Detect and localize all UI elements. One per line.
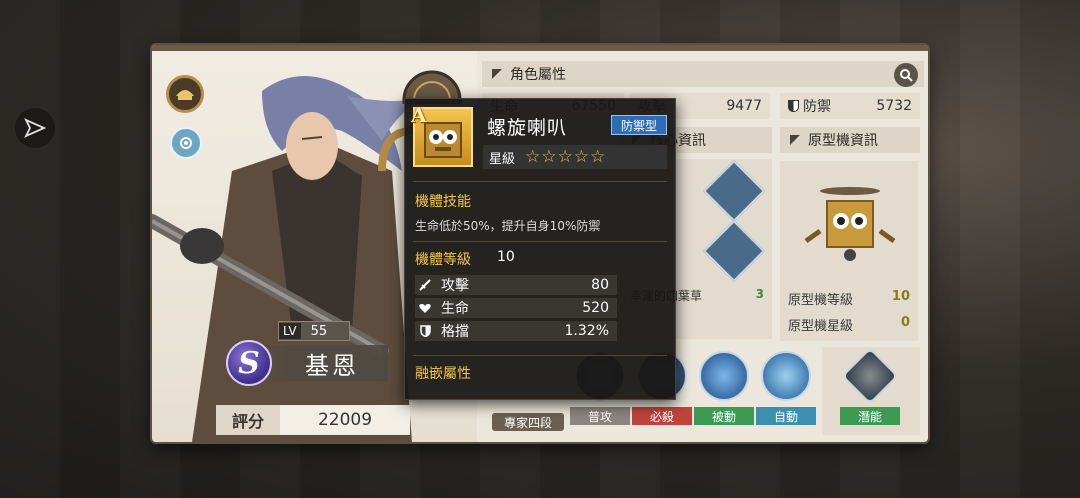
expert-rank: 專家四段 — [492, 413, 564, 431]
skill-tag: 必殺 — [632, 407, 692, 425]
sword-icon — [415, 279, 435, 291]
star-row: 星級 ☆☆☆☆☆ — [483, 145, 667, 169]
core-slot[interactable] — [702, 159, 766, 223]
skill-tag: 潛能 — [840, 407, 900, 425]
character-name: 基恩 — [252, 345, 388, 381]
core-slot[interactable] — [702, 219, 766, 283]
stat-value: 80 — [591, 277, 609, 293]
divider — [413, 181, 667, 182]
stat-label: 格擋 — [441, 324, 469, 340]
score-label: 評分 — [231, 412, 264, 431]
passive-icon — [699, 351, 749, 401]
divider — [413, 241, 667, 242]
side-nav-button[interactable] — [15, 108, 55, 148]
skill-section-title: 機體技能 — [415, 194, 471, 210]
skill-passive[interactable]: 被動 — [694, 351, 754, 425]
skill-tag: 被動 — [694, 407, 754, 425]
prototype-robot-icon — [804, 187, 896, 261]
proto-star-row: 原型機星級 0 — [788, 315, 910, 335]
star-rating: ☆☆☆☆☆ — [525, 147, 607, 167]
atk-value: 9477 — [726, 98, 762, 114]
level-number: 10 — [497, 249, 515, 265]
score-value: 22009 — [280, 405, 410, 435]
skill-potential[interactable]: 潛能 — [840, 347, 900, 425]
item-title: 螺旋喇叭 — [487, 117, 568, 139]
proto-level-value: 10 — [891, 289, 910, 304]
stat-row-attack: 攻擊 80 — [415, 275, 617, 295]
grade-badge: A — [411, 103, 427, 127]
proto-header: 原型機資訊 — [780, 127, 920, 153]
def-stat: 防禦 5732 — [780, 93, 920, 119]
stat-value: 520 — [582, 300, 609, 316]
divider — [413, 355, 667, 356]
search-icon[interactable] — [894, 63, 918, 87]
stat-row-block: 格擋 1.32% — [415, 321, 617, 341]
level-box: LV 55 — [278, 321, 350, 341]
section-triangle-icon — [492, 69, 502, 79]
settings-gear-icon[interactable] — [170, 127, 202, 159]
item-detail-popup[interactable]: A 螺旋喇叭 防禦型 星級 ☆☆☆☆☆ 機體技能 生命低於50%，提升自身10%… — [404, 98, 676, 400]
level-value: 55 — [310, 323, 328, 339]
send-icon — [24, 118, 46, 138]
level-tag: LV — [279, 323, 301, 339]
potential-icon — [841, 347, 899, 405]
skill-tag: 自動 — [756, 407, 816, 425]
score-bar: 評分 22009 — [216, 405, 410, 435]
proto-level-label: 原型機等級 — [788, 293, 854, 308]
attributes-header: 角色屬性 — [482, 61, 924, 87]
proto-level-row: 原型機等級 10 — [788, 289, 910, 309]
fusion-section-title: 融嵌屬性 — [415, 366, 471, 382]
type-badge: 防禦型 — [611, 115, 667, 135]
faction-emblem-icon[interactable] — [166, 75, 204, 113]
stat-value: 1.32% — [564, 323, 609, 339]
proto-title: 原型機資訊 — [808, 133, 878, 149]
section-triangle-icon — [790, 135, 800, 145]
heart-icon — [415, 303, 435, 314]
stat-label: 攻擊 — [441, 278, 469, 294]
proto-star-label: 原型機星級 — [788, 319, 854, 334]
prototype-card[interactable]: 原型機等級 10 原型機星級 0 — [780, 161, 918, 341]
shield-icon — [415, 325, 435, 337]
def-label: 防禦 — [803, 99, 831, 115]
skill-description: 生命低於50%，提升自身10%防禦 — [415, 219, 601, 233]
stat-row-hp: 生命 520 — [415, 298, 617, 318]
def-value: 5732 — [876, 98, 912, 114]
item-count: 3 — [755, 287, 764, 301]
proto-star-value: 0 — [900, 315, 910, 330]
stat-label: 生命 — [441, 301, 469, 317]
auto-shield-icon — [761, 351, 811, 401]
level-line: 機體等級 10 — [415, 249, 515, 269]
star-label: 星級 — [489, 151, 516, 167]
rank-badge: S — [226, 340, 272, 386]
level-section-title: 機體等級 — [415, 252, 471, 268]
skill-tag: 普攻 — [570, 407, 630, 425]
attributes-title: 角色屬性 — [510, 67, 566, 83]
item-icon: A — [411, 103, 473, 167]
shield-icon — [788, 100, 799, 112]
skill-auto[interactable]: 自動 — [756, 351, 816, 425]
